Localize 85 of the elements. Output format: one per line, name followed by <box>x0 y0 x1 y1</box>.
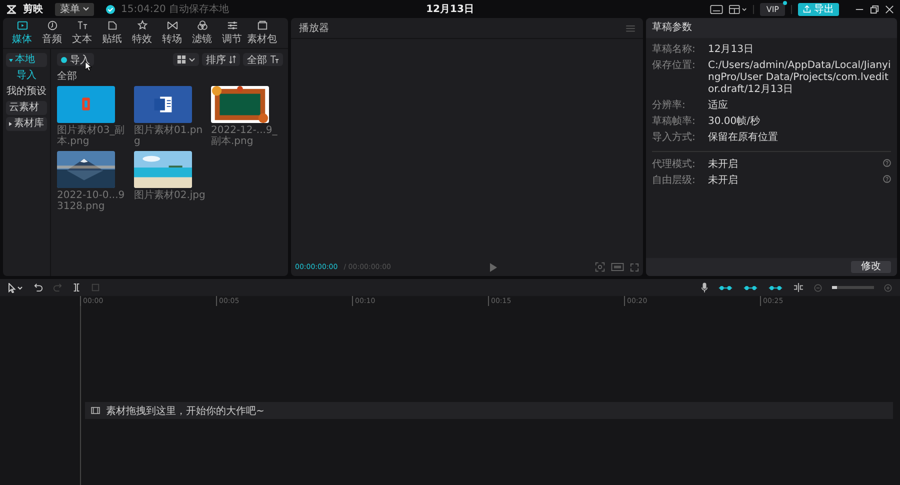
check-icon <box>106 4 115 14</box>
file-name: 图片素材03_副本.png <box>57 125 126 147</box>
share-icon <box>803 5 811 13</box>
film-icon <box>91 407 100 414</box>
play-icon <box>16 20 28 31</box>
panel-title: 播放器 <box>299 22 329 35</box>
text-icon <box>76 20 88 31</box>
file-name: 2022-12-...9_副本.png <box>211 125 278 147</box>
sliders-icon <box>226 20 238 31</box>
caret-icon <box>189 58 195 62</box>
restore-icon[interactable] <box>870 4 879 14</box>
field-label: 草稿帧率: <box>652 116 696 128</box>
field-label: 保存位置: <box>652 60 696 72</box>
import-button[interactable]: 导入 <box>57 53 94 66</box>
ratio-icon[interactable] <box>611 263 624 271</box>
link-toggle-icon[interactable] <box>768 284 783 292</box>
field-label: 代理模式: <box>652 159 696 171</box>
link-toggle-icon[interactable] <box>743 284 758 292</box>
media-tab[interactable]: 媒体 <box>7 18 37 48</box>
drop-hint: 素材拖拽到这里，开始你的大作吧~ <box>106 404 264 418</box>
box-icon <box>256 20 268 31</box>
fullscreen-icon[interactable] <box>630 262 640 272</box>
modify-button[interactable]: 修改 <box>851 261 891 273</box>
crop-icon[interactable] <box>595 262 606 272</box>
vip-badge[interactable]: VIP <box>760 2 785 16</box>
help-icon[interactable] <box>883 175 891 183</box>
close-icon[interactable] <box>885 4 894 14</box>
preview-axis-icon[interactable] <box>793 283 804 292</box>
media-tab[interactable]: 特效 <box>127 18 157 48</box>
menu-button[interactable]: 菜单 <box>55 2 94 16</box>
sort-icon <box>229 55 236 64</box>
file-name: 2022-10-0...93128.png <box>57 190 126 212</box>
split-icon[interactable] <box>72 283 81 292</box>
filter-icon <box>270 55 279 64</box>
section-label: 全部 <box>57 70 78 83</box>
circles-icon <box>196 20 208 31</box>
media-tab[interactable]: 转场 <box>157 18 187 48</box>
app-logo: 剪映 <box>23 2 43 16</box>
field-label: 分辨率: <box>652 100 686 112</box>
sort-button[interactable]: 排序 <box>202 53 240 66</box>
file-name: 图片素材01.png <box>134 125 204 147</box>
filter-button[interactable]: 全部 <box>243 53 283 66</box>
sidebar-item[interactable]: 云素材 <box>6 101 47 115</box>
media-tab[interactable]: 调节 <box>217 18 247 48</box>
field-value: 未开启 <box>708 159 739 171</box>
help-icon[interactable] <box>883 159 891 167</box>
field-value: 30.00帧/秒 <box>708 116 761 128</box>
clock-icon <box>46 20 58 31</box>
field-value: 未开启 <box>708 175 739 187</box>
sidebar-item[interactable]: 我的预设 <box>6 85 47 99</box>
field-label: 自由层级: <box>652 175 696 187</box>
pointer-icon[interactable] <box>8 282 24 292</box>
undo-icon[interactable] <box>34 283 43 292</box>
file-name: 图片素材02.jpg <box>134 190 206 201</box>
autosave-status: 15:04:20 自动保存本地 <box>121 2 230 16</box>
view-mode-button[interactable] <box>173 53 199 66</box>
panel-title: 草稿参数 <box>646 18 897 38</box>
field-value: 适应 <box>708 100 729 112</box>
layout-icon[interactable] <box>729 4 748 14</box>
media-tab[interactable]: 文本 <box>67 18 97 48</box>
sidebar-item[interactable]: 导入 <box>6 69 47 83</box>
project-title: 12月13日 <box>426 3 474 16</box>
sidebar-item[interactable]: 本地 <box>6 53 47 67</box>
field-value: 保留在原有位置 <box>708 132 779 144</box>
sidebar-item[interactable]: 素材库 <box>6 117 47 131</box>
field-value: 12月13日 <box>708 44 754 56</box>
field-label: 草稿名称: <box>652 44 696 56</box>
media-tab[interactable]: 音频 <box>37 18 67 48</box>
caret-icon <box>83 7 89 11</box>
field-value: C:/Users/admin/AppData/Local/JianyingPro/User Data/Projects/com.lveditor.draft/12月13日 <box>708 60 891 96</box>
drop-zone[interactable]: 素材拖拽到这里，开始你的大作吧~ <box>85 402 893 419</box>
bowtie-icon <box>166 20 178 31</box>
media-tab[interactable]: 素材包 <box>247 18 277 48</box>
sticker-icon <box>106 20 118 31</box>
microphone-icon[interactable] <box>701 282 708 293</box>
play-icon[interactable] <box>490 262 497 272</box>
keyboard-icon[interactable] <box>710 4 724 14</box>
link-toggle-icon[interactable] <box>718 284 733 292</box>
star-icon <box>136 20 148 31</box>
media-tab[interactable]: 滤镜 <box>187 18 217 48</box>
zoom-slider[interactable] <box>832 286 874 289</box>
logo-icon <box>6 4 17 14</box>
grid-icon <box>177 55 186 64</box>
field-label: 导入方式: <box>652 132 696 144</box>
media-tab[interactable]: 贴纸 <box>97 18 127 48</box>
